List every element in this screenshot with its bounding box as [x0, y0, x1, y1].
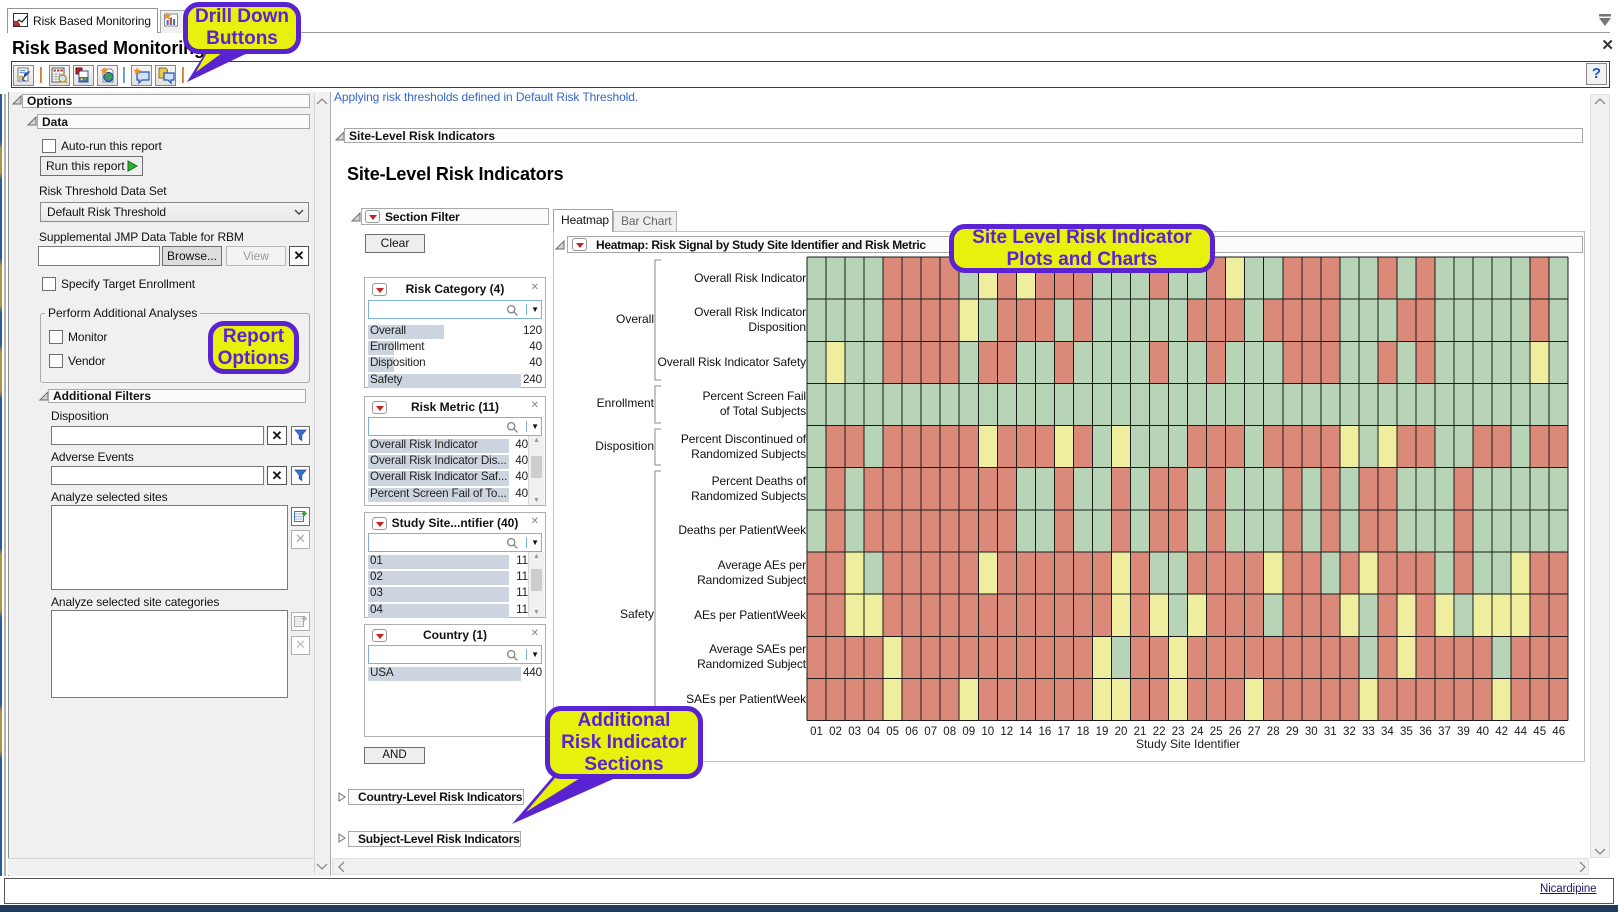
svg-text:28: 28 [1267, 726, 1280, 738]
svg-text:06: 06 [905, 726, 918, 738]
svg-text:18: 18 [1077, 726, 1090, 738]
svg-text:35: 35 [1400, 726, 1413, 738]
svg-text:44: 44 [1514, 726, 1527, 738]
svg-text:39: 39 [1457, 726, 1470, 738]
svg-text:42: 42 [1495, 726, 1508, 738]
svg-text:40: 40 [1476, 726, 1489, 738]
svg-text:27: 27 [1248, 726, 1261, 738]
svg-text:33: 33 [1362, 726, 1375, 738]
svg-text:14: 14 [1019, 726, 1032, 738]
svg-text:37: 37 [1438, 726, 1451, 738]
svg-text:45: 45 [1533, 726, 1546, 738]
svg-text:Study Site Identifier: Study Site Identifier [1136, 737, 1240, 751]
svg-text:19: 19 [1096, 726, 1109, 738]
svg-text:16: 16 [1039, 726, 1052, 738]
svg-text:03: 03 [848, 726, 861, 738]
svg-text:32: 32 [1343, 726, 1356, 738]
svg-text:36: 36 [1419, 726, 1432, 738]
svg-text:34: 34 [1381, 726, 1394, 738]
svg-text:20: 20 [1115, 726, 1128, 738]
svg-text:02: 02 [829, 726, 842, 738]
svg-text:46: 46 [1552, 726, 1565, 738]
svg-text:30: 30 [1305, 726, 1318, 738]
svg-text:04: 04 [867, 726, 880, 738]
svg-text:17: 17 [1058, 726, 1071, 738]
svg-text:09: 09 [962, 726, 975, 738]
svg-text:08: 08 [943, 726, 956, 738]
svg-text:29: 29 [1286, 726, 1299, 738]
svg-text:01: 01 [810, 726, 823, 738]
svg-text:31: 31 [1324, 726, 1337, 738]
svg-text:05: 05 [886, 726, 899, 738]
svg-text:12: 12 [1000, 726, 1013, 738]
svg-text:10: 10 [981, 726, 994, 738]
svg-text:07: 07 [924, 726, 937, 738]
